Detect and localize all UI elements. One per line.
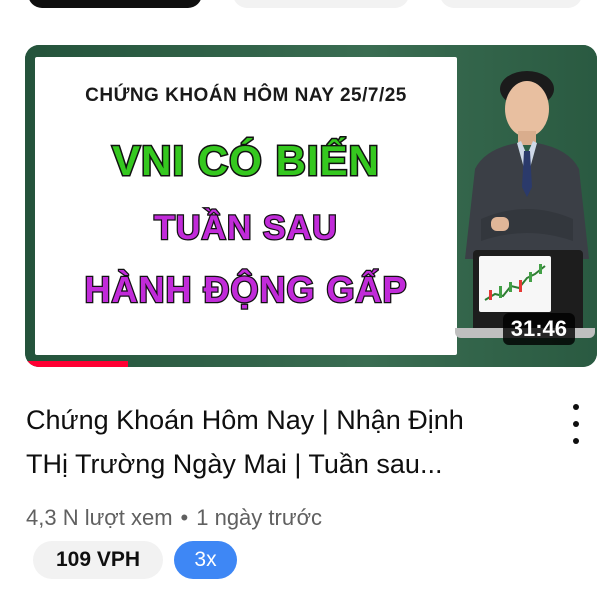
banner-callout: VNI CÓ BIẾN [111,136,381,186]
banner-action: HÀNH ĐỘNG GẤP [83,268,408,312]
chart-icon [479,256,551,312]
filter-chip-selected[interactable] [28,0,202,8]
multiplier-badge: 3x [174,541,237,579]
filter-chip[interactable] [233,0,409,8]
video-title-line2: THị Trường Ngày Mai | Tuần sau... [26,449,443,479]
watch-progress-bar [25,361,128,367]
banner-headline: CHỨNG KHOÁN HÔM NAY 25/7/25 [85,85,407,106]
vph-badge: 109 VPH [33,541,163,579]
more-vert-icon[interactable] [562,402,590,446]
filter-chip[interactable] [440,0,582,8]
meta-separator: • [180,505,189,530]
upload-age: 1 ngày trước [196,505,322,530]
video-metadata: 4,3 N lượt xem • 1 ngày trước [26,505,322,531]
thumbnail-banner: CHỨNG KHOÁN HÔM NAY 25/7/25 VNI CÓ BIẾN … [35,57,457,355]
duration-badge: 31:46 [502,313,575,345]
video-title-line1: Chứng Khoán Hôm Nay | Nhận Định [26,405,464,435]
banner-subtitle: TUẦN SAU [153,208,338,249]
view-count: 4,3 N lượt xem [26,505,173,530]
video-thumbnail[interactable]: CHỨNG KHOÁN HÔM NAY 25/7/25 VNI CÓ BIẾN … [25,45,597,367]
video-title[interactable]: Chứng Khoán Hôm Nay | Nhận Định THị Trườ… [26,398,546,486]
